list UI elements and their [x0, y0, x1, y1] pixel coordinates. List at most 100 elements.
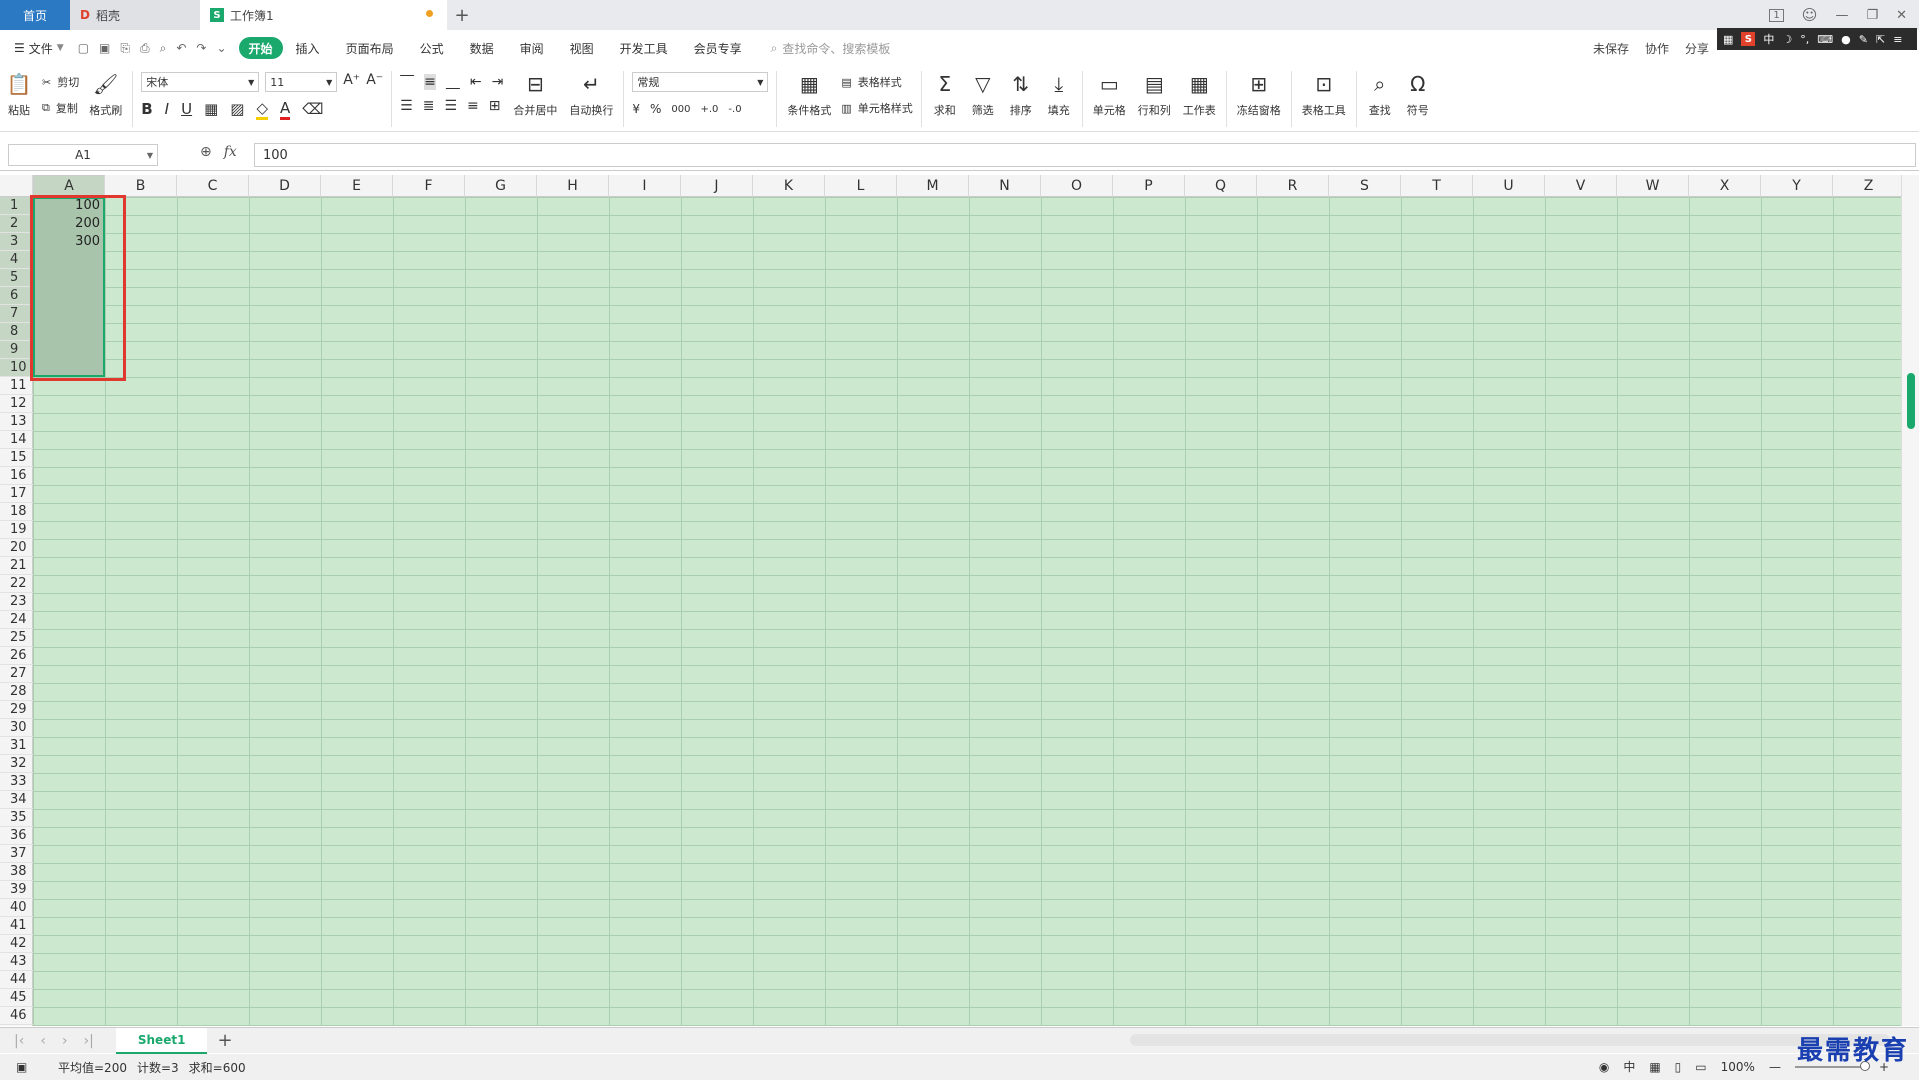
decrease-decimal-button[interactable]: -.0: [728, 104, 741, 115]
column-header[interactable]: S: [1329, 175, 1401, 197]
tab-daoke[interactable]: D 稻壳: [70, 0, 200, 30]
distributed-icon[interactable]: ⊞: [489, 98, 501, 114]
customize-icon[interactable]: ⌄: [216, 41, 226, 56]
align-middle-icon[interactable]: ≡: [424, 74, 436, 90]
save-icon[interactable]: ▣: [99, 41, 110, 56]
share-button[interactable]: 分享: [1685, 40, 1709, 57]
row-header[interactable]: 43: [0, 953, 33, 971]
first-sheet-icon[interactable]: |‹: [14, 1033, 24, 1049]
align-left-icon[interactable]: ☰: [400, 98, 413, 114]
zoom-formula-icon[interactable]: ⊕: [200, 144, 212, 160]
worksheet-button[interactable]: ▦ 工作表: [1177, 66, 1222, 128]
align-center-icon[interactable]: ≣: [423, 98, 435, 114]
collaborate-button[interactable]: 协作: [1645, 40, 1669, 57]
tab-insert[interactable]: 插入: [283, 37, 333, 59]
row-header[interactable]: 39: [0, 881, 33, 899]
font-shrink-icon[interactable]: A⁻: [366, 72, 383, 92]
export-icon[interactable]: ⎘: [120, 41, 130, 56]
number-format-select[interactable]: 常规 ▼: [632, 72, 769, 92]
font-color-button[interactable]: A: [280, 99, 291, 120]
column-header[interactable]: O: [1041, 175, 1113, 197]
row-header[interactable]: 38: [0, 863, 33, 881]
table-style-button[interactable]: ▤ 表格样式: [841, 72, 912, 92]
row-header[interactable]: 12: [0, 395, 33, 413]
border-icon[interactable]: ▦: [204, 100, 218, 118]
row-header[interactable]: 25: [0, 629, 33, 647]
currency-button[interactable]: ¥: [632, 102, 640, 116]
align-right-icon[interactable]: ☰: [444, 98, 457, 114]
select-all-corner[interactable]: [0, 175, 33, 197]
row-header[interactable]: 9: [0, 341, 33, 359]
freeze-panes-button[interactable]: ⊞ 冻结窗格: [1231, 66, 1287, 128]
window-badge-icon[interactable]: 1: [1769, 8, 1784, 22]
tab-data[interactable]: 数据: [457, 37, 507, 59]
new-doc-icon[interactable]: ▢: [78, 41, 89, 56]
column-header[interactable]: E: [321, 175, 393, 197]
column-header[interactable]: Z: [1833, 175, 1905, 197]
sheet-tab-sheet1[interactable]: Sheet1: [115, 1027, 208, 1054]
column-header[interactable]: H: [537, 175, 609, 197]
row-header[interactable]: 21: [0, 557, 33, 575]
table-tools-button[interactable]: ⊡ 表格工具: [1296, 66, 1352, 128]
row-header[interactable]: 32: [0, 755, 33, 773]
filter-button[interactable]: ▽ 筛选: [964, 66, 1002, 128]
merge-center-button[interactable]: ⊟ 合并居中: [507, 66, 563, 128]
row-header[interactable]: 1: [0, 197, 33, 215]
row-header[interactable]: 44: [0, 971, 33, 989]
zoom-out-button[interactable]: —: [1769, 1060, 1781, 1074]
column-header[interactable]: Y: [1761, 175, 1833, 197]
fill-pattern-icon[interactable]: ▨: [230, 100, 244, 118]
close-button[interactable]: ✕: [1896, 8, 1907, 23]
row-header[interactable]: 13: [0, 413, 33, 431]
increase-decimal-button[interactable]: +.0: [701, 104, 719, 115]
font-name-select[interactable]: 宋体 ▼: [141, 72, 260, 92]
column-header[interactable]: P: [1113, 175, 1185, 197]
row-header[interactable]: 14: [0, 431, 33, 449]
italic-button[interactable]: I: [165, 100, 169, 118]
cell-style-button[interactable]: ▥ 单元格样式: [841, 98, 912, 118]
column-header[interactable]: W: [1617, 175, 1689, 197]
print-icon[interactable]: ⎙: [140, 41, 150, 56]
name-box[interactable]: A1 ▼: [8, 144, 158, 166]
row-header[interactable]: 23: [0, 593, 33, 611]
row-header[interactable]: 11: [0, 377, 33, 395]
indent-decrease-icon[interactable]: ⇤: [470, 74, 482, 90]
eye-protection-icon[interactable]: ◉: [1599, 1060, 1609, 1074]
preview-icon[interactable]: ⌕: [160, 41, 167, 56]
row-header[interactable]: 7: [0, 305, 33, 323]
thousands-button[interactable]: 000: [671, 104, 690, 115]
row-header[interactable]: 28: [0, 683, 33, 701]
vertical-scroll-thumb[interactable]: [1907, 373, 1915, 429]
copy-button[interactable]: ⧉ 复制: [42, 98, 79, 118]
row-header[interactable]: 26: [0, 647, 33, 665]
tab-view[interactable]: 视图: [557, 37, 607, 59]
row-header[interactable]: 36: [0, 827, 33, 845]
column-header[interactable]: U: [1473, 175, 1545, 197]
column-header[interactable]: A: [33, 175, 105, 197]
status-ime[interactable]: 中: [1623, 1058, 1635, 1075]
column-header[interactable]: G: [465, 175, 537, 197]
tab-start[interactable]: 开始: [238, 37, 283, 59]
row-header[interactable]: 10: [0, 359, 33, 377]
align-bottom-icon[interactable]: ⎽: [446, 74, 460, 90]
undo-icon[interactable]: ↶: [176, 41, 186, 56]
row-header[interactable]: 2: [0, 215, 33, 233]
tab-formulas[interactable]: 公式: [407, 37, 457, 59]
tab-page-layout[interactable]: 页面布局: [333, 37, 407, 59]
format-painter-button[interactable]: 🖌 格式刷: [83, 66, 128, 128]
column-header[interactable]: B: [105, 175, 177, 197]
column-header[interactable]: K: [753, 175, 825, 197]
minimize-button[interactable]: —: [1835, 8, 1848, 23]
row-header[interactable]: 37: [0, 845, 33, 863]
column-header[interactable]: F: [393, 175, 465, 197]
row-header[interactable]: 20: [0, 539, 33, 557]
font-grow-icon[interactable]: A⁺: [343, 72, 360, 92]
column-header[interactable]: C: [177, 175, 249, 197]
column-header[interactable]: D: [249, 175, 321, 197]
find-button[interactable]: ⌕ 查找: [1361, 66, 1399, 128]
indent-increase-icon[interactable]: ⇥: [492, 74, 504, 90]
redo-icon[interactable]: ↷: [196, 41, 206, 56]
justify-icon[interactable]: ≡: [467, 98, 479, 114]
row-col-button[interactable]: ▤ 行和列: [1132, 66, 1177, 128]
cell-button[interactable]: ▭ 单元格: [1087, 66, 1132, 128]
